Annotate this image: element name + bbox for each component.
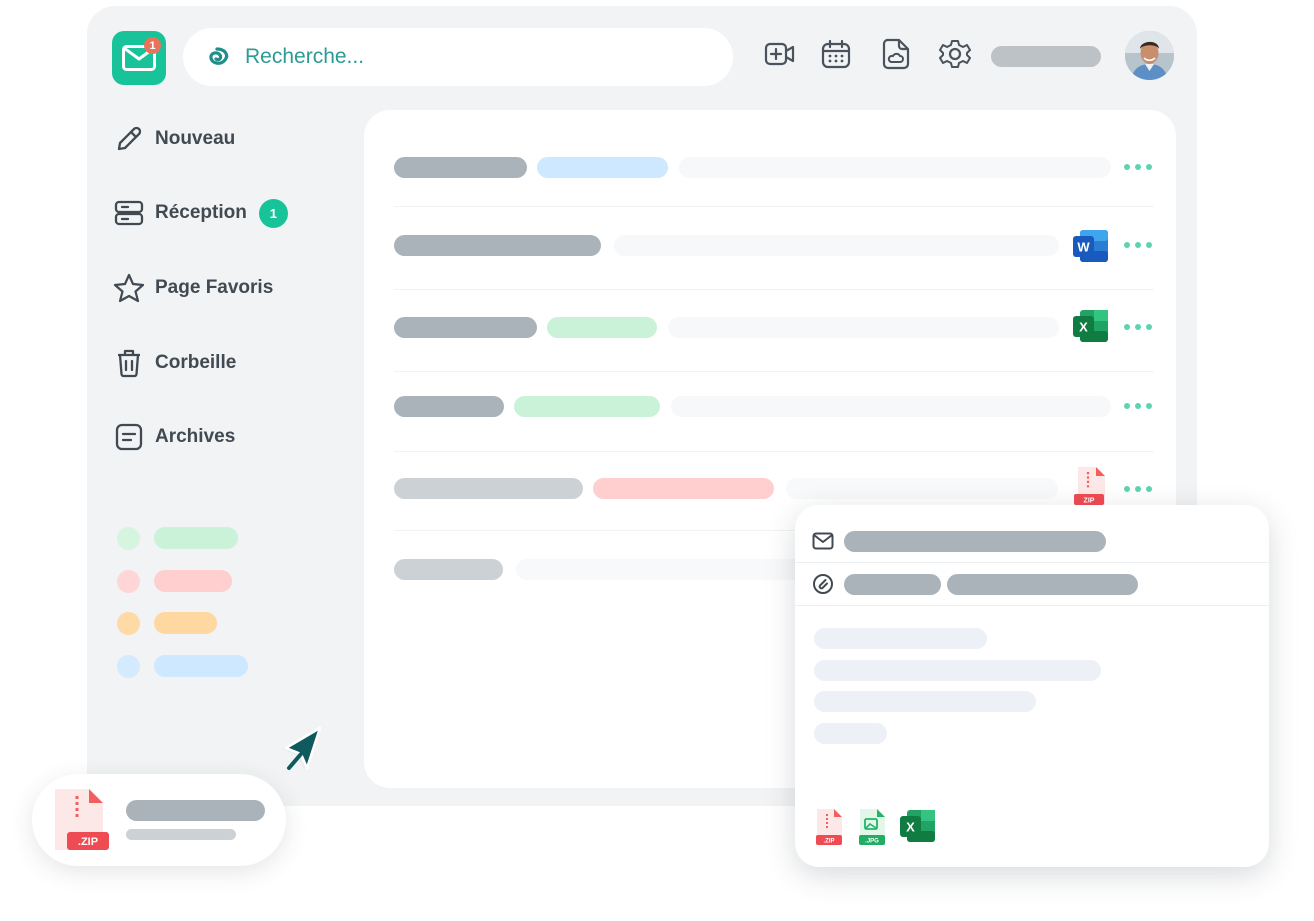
more-options-icon[interactable]: [1124, 484, 1152, 494]
sender-placeholder: [394, 235, 601, 256]
settings-icon[interactable]: [938, 37, 972, 71]
body-text-placeholder: [814, 628, 987, 649]
trash-icon: [112, 346, 146, 380]
unread-count-badge: 1: [258, 198, 288, 228]
sender-placeholder: [394, 396, 504, 417]
mail-row[interactable]: X: [394, 297, 1154, 372]
excel-file-icon[interactable]: X: [899, 808, 937, 844]
excel-file-icon[interactable]: X: [1072, 308, 1110, 346]
download-card[interactable]: .ZIP: [32, 774, 286, 866]
avatar[interactable]: [1125, 31, 1174, 80]
more-options-icon[interactable]: [1124, 322, 1152, 332]
label-dot: [117, 569, 140, 593]
label-red[interactable]: [117, 569, 232, 593]
label-green[interactable]: [117, 526, 238, 550]
subject-placeholder: [614, 235, 1059, 256]
zip-file-icon: .ZIP: [53, 786, 111, 854]
mail-row[interactable]: W: [394, 215, 1154, 290]
sidebar-item-label: Archives: [155, 426, 236, 447]
jpg-file-icon[interactable]: .JPG: [857, 807, 889, 847]
attachment-name-placeholder: [947, 574, 1138, 595]
label-orange[interactable]: [117, 611, 217, 635]
file-name-placeholder: [126, 800, 265, 821]
mail-preview-card: .ZIP .JPG X: [795, 505, 1269, 867]
sidebar-item-reception[interactable]: Réception 1: [112, 195, 288, 231]
calendar-icon[interactable]: [819, 37, 853, 71]
unread-badge: 1: [144, 37, 161, 54]
tag-placeholder: [537, 157, 668, 178]
search-input[interactable]: Recherche...: [183, 28, 733, 86]
mail-app-logo[interactable]: 1: [112, 31, 166, 85]
subject-placeholder: [786, 478, 1058, 499]
label-blue[interactable]: [117, 654, 248, 678]
more-options-icon[interactable]: [1124, 401, 1152, 411]
search-swirl-icon: [203, 43, 231, 71]
user-name-placeholder: [991, 46, 1101, 67]
svg-text:.JPG: .JPG: [865, 839, 879, 845]
star-icon: [112, 271, 146, 305]
sidebar-item-label: Page Favoris: [155, 277, 274, 298]
inbox-icon: [112, 196, 146, 230]
tag-placeholder: [593, 478, 774, 499]
sender-placeholder: [394, 157, 527, 178]
subject-placeholder: [671, 396, 1111, 417]
divider: [795, 562, 1269, 563]
label-dot: [117, 611, 140, 635]
attachment-name-placeholder: [844, 574, 941, 595]
mail-row[interactable]: [394, 137, 1154, 207]
subject-placeholder: [668, 317, 1059, 338]
zip-file-icon[interactable]: .ZIP: [814, 807, 846, 847]
sender-placeholder: [394, 559, 503, 580]
sender-placeholder: [394, 317, 537, 338]
mouse-cursor-icon: [282, 726, 322, 770]
sidebar-item-archives[interactable]: Archives: [112, 419, 235, 455]
archive-icon: [112, 420, 146, 454]
label-dot: [117, 654, 140, 678]
sidebar-item-label: Nouveau: [155, 128, 236, 149]
drive-file-icon[interactable]: [879, 37, 913, 71]
tag-placeholder: [514, 396, 660, 417]
body-text-placeholder: [814, 723, 887, 744]
mail-row[interactable]: [394, 379, 1154, 452]
more-options-icon[interactable]: [1124, 240, 1152, 250]
tag-placeholder: [547, 317, 657, 338]
label-name-placeholder: [154, 612, 217, 634]
label-name-placeholder: [154, 570, 232, 592]
word-file-icon[interactable]: W: [1072, 228, 1110, 266]
divider: [795, 605, 1269, 606]
more-options-icon[interactable]: [1124, 162, 1152, 172]
file-size-placeholder: [126, 829, 236, 840]
label-name-placeholder: [154, 655, 248, 677]
sidebar-item-label: Corbeille: [155, 352, 237, 373]
svg-text:.ZIP: .ZIP: [78, 836, 98, 848]
sidebar-item-nouveau[interactable]: Nouveau: [112, 121, 235, 157]
label-name-placeholder: [154, 527, 238, 549]
sidebar-item-corbeille[interactable]: Corbeille: [112, 345, 236, 381]
pencil-icon: [112, 122, 146, 156]
envelope-icon: [812, 530, 834, 552]
label-dot: [117, 526, 140, 550]
svg-text:X: X: [906, 820, 915, 835]
sidebar-item-label: Réception: [155, 202, 247, 223]
sidebar-item-favoris[interactable]: Page Favoris: [112, 270, 273, 306]
svg-text:X: X: [1079, 320, 1088, 335]
svg-text:.ZIP: .ZIP: [823, 839, 834, 845]
video-add-icon[interactable]: [763, 37, 797, 71]
paperclip-icon: [812, 573, 834, 595]
body-text-placeholder: [814, 691, 1036, 712]
search-placeholder: Recherche...: [245, 45, 365, 68]
recipient-placeholder: [844, 531, 1106, 552]
zip-file-icon[interactable]: ZIP: [1072, 466, 1110, 505]
sender-placeholder: [394, 478, 583, 499]
body-text-placeholder: [814, 660, 1101, 681]
svg-text:W: W: [1077, 240, 1090, 255]
svg-text:ZIP: ZIP: [1084, 498, 1095, 505]
subject-placeholder: [516, 559, 816, 580]
subject-placeholder: [679, 157, 1111, 178]
